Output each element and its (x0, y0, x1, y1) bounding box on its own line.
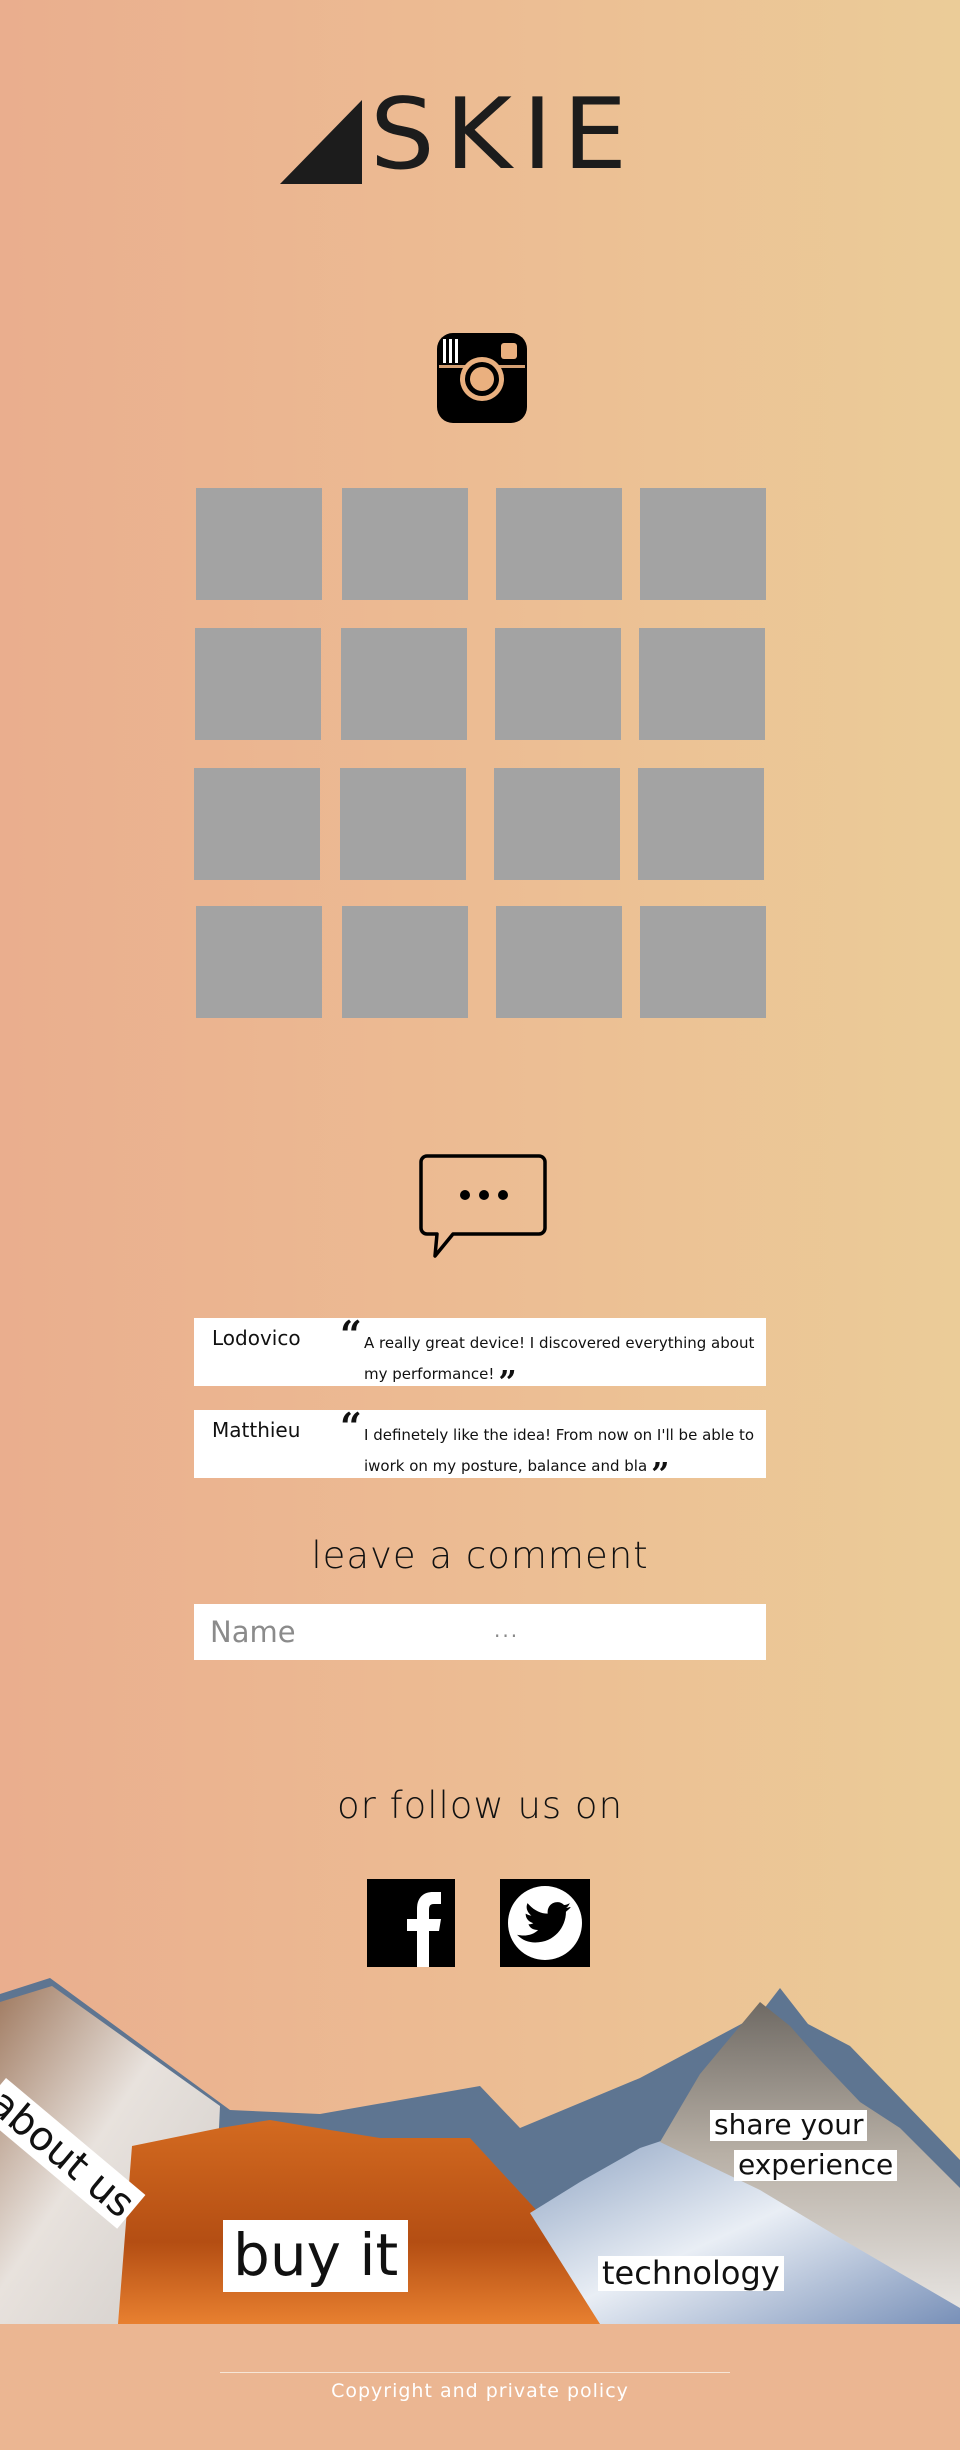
name-input[interactable] (194, 1604, 766, 1660)
input-dots: ... (494, 1618, 520, 1642)
facebook-icon[interactable] (367, 1879, 455, 1967)
comment-card: Lodovico “ A really great device! I disc… (194, 1312, 766, 1398)
quote-close-icon: ” (651, 1455, 670, 1493)
twitter-icon[interactable] (500, 1879, 590, 1967)
photo-tile[interactable] (195, 628, 321, 740)
nav-technology[interactable]: technology (598, 2255, 784, 2292)
chat-bubble-icon (417, 1152, 551, 1262)
brand-logo[interactable]: SKIE (280, 86, 680, 188)
comment-text: I definetely like the idea! From now on … (364, 1426, 755, 1475)
comment-card: Matthieu “ I definetely like the idea! F… (194, 1404, 766, 1490)
photo-tile[interactable] (196, 906, 322, 1018)
photo-tile[interactable] (340, 768, 466, 880)
photo-tile[interactable] (341, 628, 467, 740)
footer-copyright-link[interactable]: Copyright and private policy (0, 2380, 960, 2402)
photo-tile[interactable] (638, 768, 764, 880)
comment-author: Lodovico (212, 1326, 301, 1350)
comment-author: Matthieu (212, 1418, 301, 1442)
follow-title: or follow us on (336, 1784, 624, 1827)
brand-name: SKIE (370, 78, 638, 192)
quote-close-icon: ” (498, 1363, 517, 1401)
photo-tile[interactable] (496, 488, 622, 600)
comment-text-wrap: A really great device! I discovered ever… (364, 1328, 756, 1398)
footer-divider (220, 2372, 730, 2373)
nav-share-your[interactable]: share your (710, 2109, 868, 2141)
photo-tile[interactable] (496, 906, 622, 1018)
photo-tile[interactable] (640, 488, 766, 600)
comment-text-wrap: I definetely like the idea! From now on … (364, 1420, 756, 1490)
leave-comment-title: leave a comment (311, 1534, 649, 1577)
instagram-icon[interactable] (437, 333, 527, 423)
comment-text: A really great device! I discovered ever… (364, 1334, 755, 1383)
photo-tile[interactable] (640, 906, 766, 1018)
photo-tile[interactable] (342, 906, 468, 1018)
photo-tile[interactable] (342, 488, 468, 600)
photo-tile[interactable] (194, 768, 320, 880)
logo-triangle-icon (280, 100, 362, 184)
photo-tile[interactable] (196, 488, 322, 600)
nav-experience[interactable]: experience (734, 2149, 898, 2181)
quote-open-icon: “ (340, 1404, 362, 1449)
photo-tile[interactable] (495, 628, 621, 740)
mountain-navigation: about us buy it share your experience te… (0, 1978, 960, 2324)
quote-open-icon: “ (340, 1312, 362, 1357)
photo-tile[interactable] (494, 768, 620, 880)
nav-buy-it[interactable]: buy it (223, 2220, 409, 2292)
photo-tile[interactable] (639, 628, 765, 740)
